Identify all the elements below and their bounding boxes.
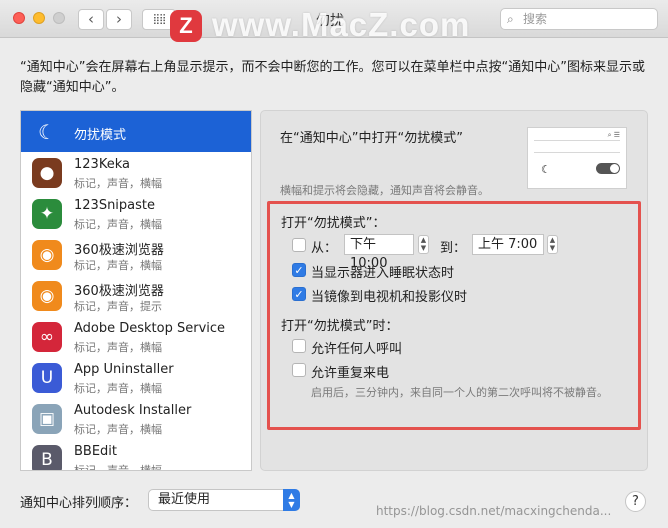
app-name: BBEdit	[74, 444, 118, 459]
magnet-icon: U	[32, 363, 62, 393]
autodesk-box-icon: ▣	[32, 404, 62, 434]
dnd-preview-image: ⌕ ☰ ☾	[527, 127, 627, 189]
watermark-text: www.MacZ.com	[212, 6, 471, 43]
sort-order-value: 最近使用	[158, 492, 211, 507]
from-time-field[interactable]: 下午10:00	[344, 234, 414, 271]
from-time-stepper[interactable]: ▲ ▼	[418, 235, 429, 254]
app-list-item[interactable]: ● 123Keka 标记，声音，横幅	[21, 152, 251, 193]
app-name: 勿扰模式	[74, 128, 127, 143]
help-button[interactable]: ?	[625, 491, 646, 512]
keka-icon: ●	[32, 158, 62, 188]
app-alert-summary: 标记，声音，横幅	[74, 464, 162, 471]
app-alert-summary: 标记，声音，横幅	[74, 382, 162, 395]
dnd-title: 在“通知中心”中打开“勿扰模式”	[280, 131, 463, 146]
sleep-checkbox[interactable]: ✓	[292, 263, 306, 277]
moon-icon: ☾	[38, 120, 56, 144]
mirror-checkbox[interactable]: ✓	[292, 287, 306, 301]
app-list-item[interactable]: B BBEdit 标记，声音，横幅	[21, 439, 251, 471]
app-list-item[interactable]: ∞ Adobe Desktop Service 标记，声音，横幅	[21, 316, 251, 357]
app-name: App Uninstaller	[74, 362, 174, 377]
bbedit-icon: B	[32, 445, 62, 470]
repeat-calls-checkbox[interactable]	[292, 363, 306, 377]
to-time-stepper[interactable]: ▲ ▼	[547, 235, 558, 254]
repeat-calls-note: 启用后，三分钟内，来自同一个人的第二次呼叫将不被静音。	[311, 386, 608, 399]
show-all-grid-icon: ⣿⣿	[152, 14, 167, 25]
app-name: 123Keka	[74, 157, 130, 172]
chevron-updown-icon: ▲ ▼	[283, 489, 300, 511]
when-on-label: 打开“勿扰模式”时：	[281, 319, 399, 334]
app-alert-summary: 标记，声音，横幅	[74, 341, 162, 354]
minimize-window-button[interactable]	[33, 12, 45, 24]
app-alert-summary: 标记，声音，横幅	[74, 218, 162, 231]
watermark-logo: Z	[170, 10, 202, 42]
360-browser-icon: ◉	[32, 281, 62, 311]
from-label: 从：	[311, 241, 338, 256]
sort-order-label: 通知中心排列顺序：	[20, 496, 138, 511]
description-text: “通知中心”会在屏幕右上角显示提示，而不会中断您的工作。您可以在菜单栏中点按“通…	[20, 60, 645, 95]
search-field[interactable]: ⌕ 搜索	[500, 8, 658, 30]
search-icon: ⌕	[507, 12, 514, 26]
app-alert-summary: 标记，声音，横幅	[74, 259, 162, 272]
app-list[interactable]: ☾ 勿扰模式 ● 123Keka 标记，声音，横幅 ✦ 123Snipaste 标记，声音，横…	[20, 110, 252, 471]
repeat-calls-label: 允许重复来电	[311, 366, 390, 381]
adobe-cc-icon: ∞	[32, 322, 62, 352]
preview-menubar-icons: ⌕ ☰	[607, 131, 620, 139]
app-name: Autodesk Installer	[74, 403, 192, 418]
snipaste-icon: ✦	[32, 199, 62, 229]
chevron-left-icon: ‹	[88, 10, 94, 28]
close-window-button[interactable]	[13, 12, 25, 24]
app-list-item[interactable]: ☾ 勿扰模式	[21, 111, 251, 152]
allow-calls-label: 允许任何人呼叫	[311, 342, 403, 357]
app-name: 360极速浏览器	[74, 243, 164, 258]
sort-order-select[interactable]: 最近使用 ▲ ▼	[148, 489, 300, 511]
url-watermark: https://blog.csdn.net/macxingchenda...	[376, 504, 612, 518]
moon-icon: ☾	[541, 163, 551, 176]
app-list-item[interactable]: U App Uninstaller 标记，声音，横幅	[21, 357, 251, 398]
app-list-item[interactable]: ◉ 360极速浏览器 标记，声音，提示	[21, 275, 251, 316]
allow-calls-checkbox[interactable]	[292, 339, 306, 353]
sleep-label: 当显示器进入睡眠状态时	[311, 266, 455, 281]
zoom-window-button[interactable]	[53, 12, 65, 24]
turn-on-label: 打开“勿扰模式”：	[281, 216, 386, 231]
from-checkbox[interactable]	[292, 238, 306, 252]
app-name: Adobe Desktop Service	[74, 321, 226, 336]
back-button[interactable]: ‹	[78, 9, 104, 30]
forward-button[interactable]: ›	[106, 9, 132, 30]
app-alert-summary: 标记，声音，横幅	[74, 423, 162, 436]
app-list-item[interactable]: ▣ Autodesk Installer 标记，声音，横幅	[21, 398, 251, 439]
to-time-field[interactable]: 上午 7:00	[472, 234, 544, 255]
chevron-right-icon: ›	[116, 10, 122, 28]
app-alert-summary: 标记，声音，横幅	[74, 177, 162, 190]
app-alert-summary: 标记，声音，提示	[74, 300, 162, 313]
app-list-item[interactable]: ✦ 123Snipaste 标记，声音，横幅	[21, 193, 251, 234]
360-browser-icon: ◉	[32, 240, 62, 270]
to-label: 到：	[440, 241, 467, 256]
dnd-hint: 横幅和提示将会隐藏，通知声音将会静音。	[280, 184, 489, 197]
search-placeholder: 搜索	[523, 12, 548, 26]
toggle-icon	[596, 163, 620, 174]
app-name: 360极速浏览器	[74, 284, 164, 299]
mirror-label: 当镜像到电视机和投影仪时	[311, 290, 468, 305]
app-list-item[interactable]: ◉ 360极速浏览器 标记，声音，横幅	[21, 234, 251, 275]
app-name: 123Snipaste	[74, 198, 156, 213]
